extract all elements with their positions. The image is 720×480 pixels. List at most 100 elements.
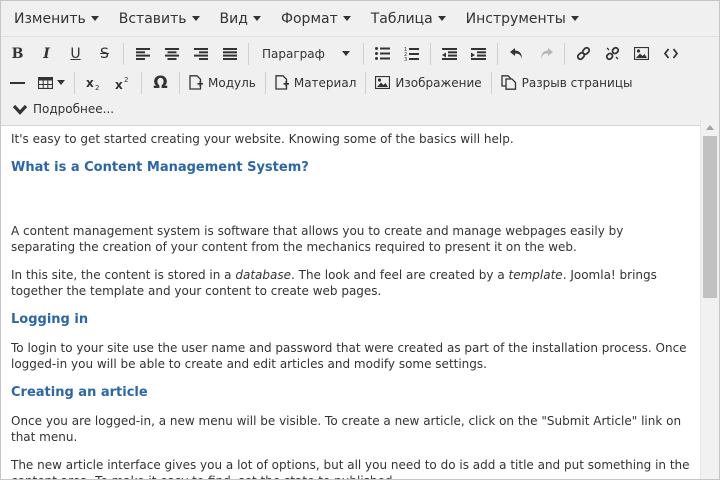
unlink-icon [605, 46, 620, 61]
menu-insert[interactable]: Вставить [109, 5, 210, 33]
undo-button[interactable] [503, 41, 530, 67]
menu-edit[interactable]: Изменить [4, 5, 109, 33]
separator [123, 42, 124, 65]
chevron-down-icon [12, 104, 28, 115]
italic-button[interactable]: I [33, 41, 60, 67]
insert-module-button[interactable]: Модуль [185, 70, 260, 96]
separator [179, 71, 180, 94]
separator [430, 42, 431, 65]
link-icon [576, 46, 591, 61]
strikethrough-icon: S [100, 45, 109, 62]
underline-button[interactable]: U [62, 41, 89, 67]
indent-button[interactable] [465, 41, 492, 67]
separator [74, 71, 75, 94]
paragraph-login: To login to your site use the user name … [11, 340, 687, 372]
menu-tools[interactable]: Инструменты [456, 5, 589, 33]
redo-button[interactable] [532, 41, 559, 67]
image-icon [634, 47, 649, 60]
horizontal-rule-icon [10, 81, 25, 84]
separator [141, 71, 142, 94]
arrow-up-icon [706, 125, 714, 130]
source-code-button[interactable] [657, 41, 684, 67]
menu-format[interactable]: Формат [271, 5, 361, 33]
menu-format-label: Формат [280, 10, 338, 27]
code-icon [663, 48, 678, 59]
toolbar-row-1: B I U S Параграф 123 [4, 39, 716, 68]
bold-icon: B [11, 45, 24, 62]
horizontal-rule-button[interactable] [4, 70, 31, 96]
menu-view[interactable]: Вид [210, 5, 271, 33]
omega-icon: Ω [153, 72, 168, 93]
picture-icon [375, 76, 391, 89]
file-add-icon [189, 75, 203, 90]
align-right-button[interactable] [187, 41, 214, 67]
scroll-up-button[interactable] [701, 119, 719, 136]
read-more-label: Подробнее... [33, 102, 115, 116]
chevron-down-icon [90, 16, 99, 21]
menu-tools-label: Инструменты [465, 10, 566, 27]
align-left-button[interactable] [129, 41, 156, 67]
separator [365, 71, 367, 94]
editor-body[interactable]: It's easy to get started creating your w… [1, 119, 700, 479]
italic-database: database [235, 267, 291, 282]
insert-image-button[interactable] [628, 41, 655, 67]
chevron-down-icon [342, 51, 350, 56]
bold-button[interactable]: B [4, 41, 31, 67]
align-right-icon [193, 47, 208, 60]
bullet-list-button[interactable] [369, 41, 396, 67]
subscript-button[interactable]: x2 [80, 70, 107, 96]
paragraph-site: In this site, the content is stored in a… [11, 267, 690, 300]
align-center-button[interactable] [158, 41, 185, 67]
insert-table-button[interactable] [33, 70, 69, 96]
insert-article-button[interactable]: Материал [271, 70, 361, 96]
menu-table-label: Таблица [370, 10, 433, 27]
indent-icon [471, 47, 486, 60]
insert-module-label: Модуль [208, 75, 256, 90]
separator [497, 42, 498, 65]
chevron-down-icon [570, 16, 579, 21]
content-area: It's easy to get started creating your w… [1, 119, 719, 479]
superscript-button[interactable]: x2 [109, 70, 136, 96]
strikethrough-button[interactable]: S [91, 41, 118, 67]
toolbar-row-2: x2 x2 Ω Модуль Материал Изображение Разр… [4, 68, 716, 97]
scrollbar-thumb[interactable] [703, 136, 717, 298]
svg-text:3: 3 [404, 57, 407, 61]
vertical-scrollbar[interactable] [700, 119, 719, 479]
special-character-button[interactable]: Ω [147, 70, 174, 96]
undo-icon [509, 48, 522, 59]
page-break-label: Разрыв страницы [521, 75, 633, 90]
align-center-icon [164, 47, 179, 60]
insert-image-media-button[interactable]: Изображение [371, 70, 485, 96]
chevron-down-icon [342, 16, 351, 21]
menu-table[interactable]: Таблица [361, 5, 456, 33]
toolbar-row-3: Подробнее... [4, 97, 716, 121]
heading-cms: What is a Content Management System? [11, 159, 309, 175]
svg-text:x: x [86, 76, 94, 90]
insert-link-button[interactable] [570, 41, 597, 67]
menu-insert-label: Вставить [118, 10, 187, 27]
copy-icon [501, 75, 516, 90]
toolbar: B I U S Параграф 123 x 2 x 2 Ω Модуль Ма… [1, 37, 719, 126]
format-select-value: Параграф [262, 46, 325, 61]
underline-icon: U [70, 45, 81, 62]
separator [248, 42, 249, 65]
italic-icon: I [43, 45, 50, 62]
format-select[interactable]: Параграф [254, 41, 356, 67]
align-justify-button[interactable] [216, 41, 243, 67]
remove-link-button[interactable] [599, 41, 626, 67]
italic-template: template [508, 267, 563, 282]
svg-text:2: 2 [124, 76, 128, 84]
separator [564, 42, 565, 65]
outdent-button[interactable] [436, 41, 463, 67]
subscript-icon: x2 [86, 76, 99, 90]
page-break-button[interactable]: Разрыв страницы [497, 70, 637, 96]
numbered-list-button[interactable]: 123 [398, 41, 425, 67]
paragraph-site-text: . The look and feel are created by a [290, 267, 509, 282]
superscript-icon: x2 [115, 76, 128, 90]
chevron-down-icon [437, 16, 446, 21]
separator [490, 71, 492, 94]
separator [363, 42, 364, 65]
chevron-down-icon [191, 16, 200, 21]
paragraph-article-1: Once you are logged-in, a new menu will … [11, 413, 682, 445]
menubar: Изменить Вставить Вид Формат Таблица Инс… [1, 1, 719, 37]
